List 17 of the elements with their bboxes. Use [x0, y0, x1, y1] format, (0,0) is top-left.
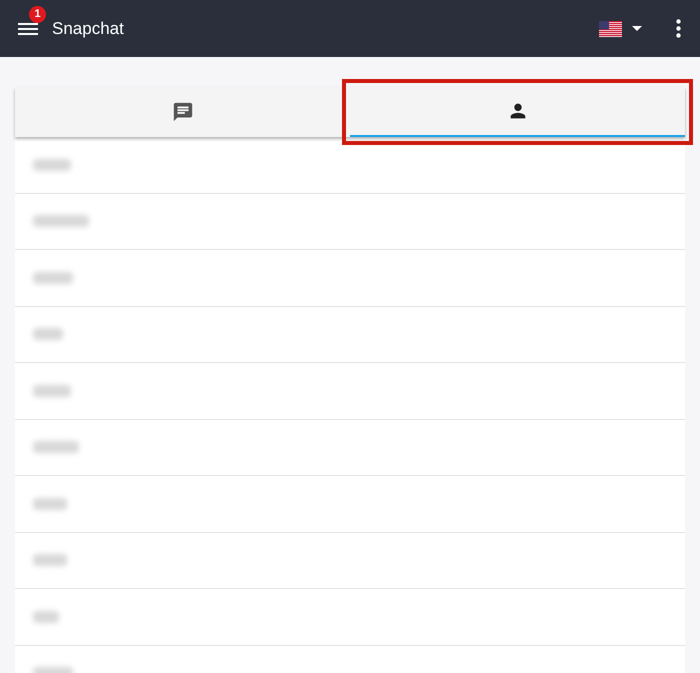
menu-icon	[18, 20, 38, 36]
flag-icon	[599, 20, 622, 36]
notification-badge: 1	[29, 6, 46, 22]
blurred-name	[33, 328, 63, 340]
blurred-name	[33, 498, 67, 510]
blurred-name	[33, 610, 59, 623]
blurred-name	[33, 441, 79, 454]
blurred-name	[33, 158, 71, 171]
blurred-name	[33, 554, 67, 566]
app-title: Snapchat	[52, 18, 124, 40]
dropdown-caret-icon	[632, 26, 642, 31]
chat-icon	[172, 101, 194, 123]
language-selector[interactable]	[599, 20, 642, 36]
blurred-name	[33, 384, 71, 397]
blurred-name	[33, 215, 89, 228]
blurred-name	[33, 272, 73, 284]
more-icon	[676, 19, 680, 38]
